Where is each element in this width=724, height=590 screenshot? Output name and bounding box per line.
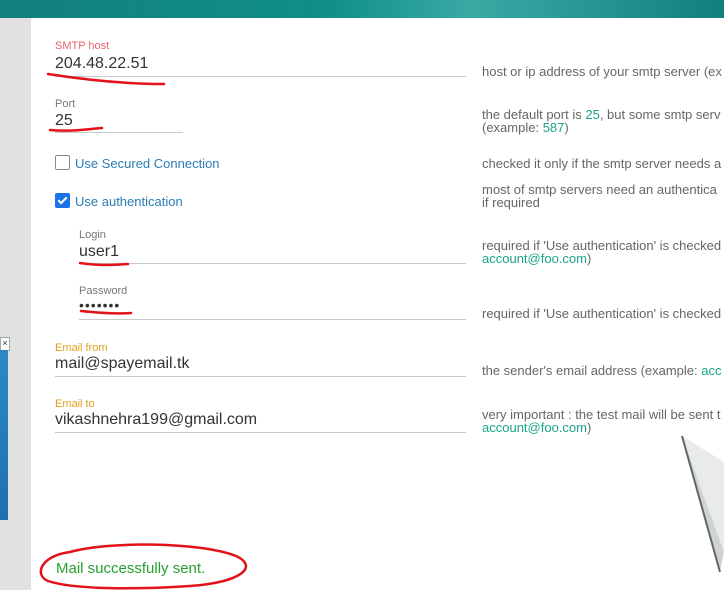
smtp-host-underline (55, 76, 466, 77)
login-input[interactable]: user1 (79, 243, 119, 261)
port-field[interactable]: Port 25 (55, 98, 183, 134)
port-underline (55, 132, 183, 133)
login-hint-close: ) (586, 251, 592, 266)
use-authentication-label[interactable]: Use authentication (75, 194, 183, 209)
sidebar-close-icon[interactable]: × (0, 337, 10, 351)
secured-connection-label[interactable]: Use Secured Connection (75, 156, 220, 171)
use-authentication-checkbox[interactable] (55, 193, 70, 208)
port-hint-example-prefix: (example: (482, 120, 543, 135)
port-hint-default-port: 25 (585, 107, 600, 122)
login-hint-example-link: account@foo.com (482, 251, 587, 266)
top-banner (0, 0, 724, 18)
use-authentication-hint: most of smtp servers need an authentica … (482, 183, 724, 209)
email-from-hint: the sender's email address (example: acc (482, 364, 724, 377)
smtp-host-label: SMTP host (55, 40, 110, 52)
email-from-hint-example: acc (701, 363, 722, 378)
email-from-hint-text: the sender's email address (example: (482, 363, 702, 378)
email-to-underline (55, 432, 466, 433)
login-label: Login (79, 229, 106, 241)
email-from-underline (55, 376, 466, 377)
email-from-field[interactable]: Email from mail@spayemail.tk (55, 342, 466, 378)
paper-plane-icon (681, 435, 724, 573)
password-hint: required if 'Use authentication' is chec… (482, 306, 722, 321)
port-input[interactable]: 25 (55, 112, 73, 130)
smtp-host-hint: host or ip address of your smtp server (… (482, 64, 722, 79)
password-field[interactable]: Password ••••••• (79, 285, 466, 321)
email-to-field[interactable]: Email to vikashnehra199@gmail.com (55, 398, 466, 434)
login-field[interactable]: Login user1 (79, 229, 466, 265)
secured-connection-hint: checked it only if the smtp server needs… (482, 156, 722, 171)
password-label: Password (79, 285, 128, 297)
port-hint-example-port: 587 (542, 120, 565, 135)
auth-hint-line2: if required (482, 195, 540, 210)
email-from-label: Email from (55, 342, 108, 354)
status-message: Mail successfully sent. (56, 560, 206, 577)
smtp-host-input[interactable]: 204.48.22.51 (55, 55, 148, 73)
port-hint-suffix: , but some smtp serv (599, 107, 721, 122)
login-underline (79, 263, 466, 264)
email-to-input[interactable]: vikashnehra199@gmail.com (55, 411, 257, 429)
secured-connection-checkbox[interactable] (55, 155, 70, 170)
email-to-hint-example-link: account@foo.com (482, 420, 587, 435)
email-to-label: Email to (55, 398, 95, 410)
sidebar-panel-strip (0, 350, 8, 520)
email-to-hint-close: ) (586, 420, 592, 435)
login-hint: required if 'Use authentication' is chec… (482, 239, 724, 265)
password-underline (79, 319, 466, 320)
email-to-hint: very important : the test mail will be s… (482, 408, 724, 434)
email-from-input[interactable]: mail@spayemail.tk (55, 355, 190, 373)
password-input[interactable]: ••••••• (79, 297, 120, 313)
port-label: Port (55, 98, 76, 110)
port-hint: the default port is 25, but some smtp se… (482, 108, 724, 134)
smtp-host-field[interactable]: SMTP host 204.48.22.51 (55, 40, 466, 78)
port-hint-example-suffix: ) (564, 120, 569, 135)
